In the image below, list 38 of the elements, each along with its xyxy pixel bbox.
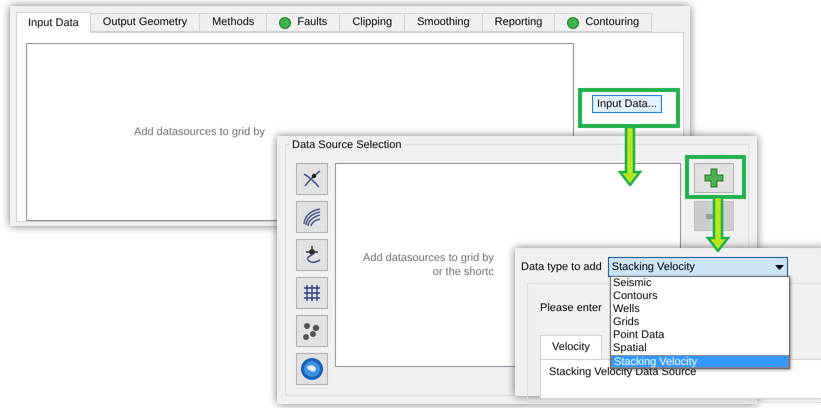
data-source-button[interactable] bbox=[296, 239, 328, 271]
plus-icon bbox=[704, 168, 724, 188]
tab[interactable]: Clipping bbox=[340, 13, 406, 32]
contour-lines-icon bbox=[301, 206, 323, 228]
grid-icon bbox=[301, 282, 323, 304]
data-source-button[interactable] bbox=[296, 315, 328, 347]
tab[interactable]: Reporting bbox=[482, 13, 556, 32]
input-data-button[interactable]: Input Data... bbox=[592, 95, 662, 113]
dropdown-arrow-icon bbox=[774, 264, 784, 270]
dropdown-option[interactable]: Seismic bbox=[611, 277, 789, 290]
tab[interactable]: Input Data bbox=[16, 12, 91, 33]
dropdown-option[interactable]: Point Data bbox=[611, 329, 789, 342]
highlight-frame bbox=[685, 155, 746, 199]
tab[interactable]: Contouring bbox=[555, 13, 652, 32]
data-source-button[interactable] bbox=[296, 353, 328, 385]
hint-text: or the shortc bbox=[432, 265, 494, 279]
tab[interactable]: Velocity bbox=[540, 334, 602, 358]
tab[interactable]: Output Geometry bbox=[90, 13, 200, 32]
tab[interactable]: Smoothing bbox=[405, 13, 483, 32]
dropdown-option[interactable]: Grids bbox=[611, 316, 789, 329]
dropdown-option[interactable]: Spatial bbox=[611, 342, 789, 355]
tab[interactable]: Methods bbox=[200, 13, 268, 32]
down-arrow bbox=[706, 196, 730, 252]
add-button[interactable] bbox=[694, 163, 734, 193]
field-label: Data type to add bbox=[521, 260, 602, 275]
data-source-button[interactable] bbox=[296, 163, 328, 195]
data-type-dropdown[interactable]: Stacking Velocity bbox=[608, 257, 788, 277]
seismic-line-icon bbox=[301, 168, 323, 190]
tab[interactable]: Faults bbox=[267, 13, 340, 32]
dropdown-option[interactable]: Wells bbox=[611, 303, 789, 316]
dropdown-option[interactable]: Contours bbox=[611, 290, 789, 303]
hint-text: Add datasources to grid by bbox=[363, 251, 494, 265]
down-arrow bbox=[618, 126, 642, 186]
prompt-text: Please enter bbox=[540, 302, 602, 314]
globe-icon bbox=[300, 357, 324, 381]
data-source-button[interactable] bbox=[296, 201, 328, 233]
data-source-button[interactable] bbox=[296, 277, 328, 309]
hint-text: Add datasources to grid by bbox=[134, 126, 265, 138]
